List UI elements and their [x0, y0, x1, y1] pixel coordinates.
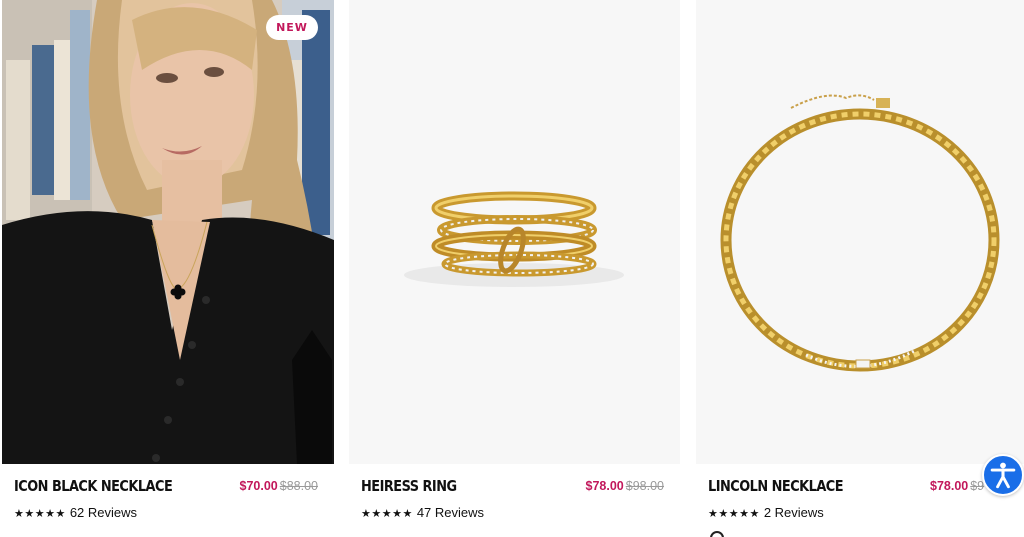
product-name[interactable]: Heiress Ring [361, 477, 457, 495]
rating-link[interactable]: ★★★★★ 62 Reviews [14, 505, 137, 520]
star-rating-icon: ★★★★★ [14, 508, 66, 520]
product-image-link[interactable]: NEW [2, 0, 334, 464]
star-rating-icon: ★★★★★ [361, 508, 413, 520]
reviews-count: 62 Reviews [69, 505, 138, 520]
new-badge: NEW [266, 15, 318, 40]
original-price: $98.00 [625, 479, 664, 493]
product-image-link[interactable] [696, 0, 1024, 464]
product-name[interactable]: Icon Black Necklace [14, 477, 173, 495]
original-price: $88.00 [279, 479, 318, 493]
price: $78.00 $98.00 [586, 479, 664, 493]
product-card: Heiress Ring $78.00 $98.00 ★★★★★ 47 Review… [349, 0, 680, 537]
reviews-count: 47 Reviews [416, 505, 485, 520]
accessibility-icon [990, 462, 1016, 489]
star-rating-icon: ★★★★★ [708, 508, 760, 520]
chain-necklace-photo [696, 0, 1024, 464]
product-image-link[interactable] [349, 0, 680, 464]
price: $70.00 $88.00 [240, 479, 318, 493]
reviews-count: 2 Reviews [763, 505, 824, 520]
model-photo [2, 0, 334, 464]
info-icon [710, 531, 724, 537]
sale-price: $78.00 [585, 479, 624, 493]
sale-price: $78.00 [930, 479, 969, 493]
rating-link[interactable]: ★★★★★ 47 Reviews [361, 505, 484, 520]
rating-link[interactable]: ★★★★★ 2 Reviews [708, 505, 824, 520]
product-grid: NEW Icon Black Necklace $70.00 $88.00 ★★★… [0, 0, 1024, 537]
product-card: Lincoln Necklace $78.00 $9 ★★★★★ 2 Reviews [696, 0, 1024, 537]
ring-photo [349, 0, 680, 464]
sale-price: $70.00 [239, 479, 278, 493]
price: $78.00 $9 [930, 479, 984, 493]
product-name[interactable]: Lincoln Necklace [708, 477, 844, 495]
accessibility-button[interactable] [982, 454, 1024, 496]
product-card: NEW Icon Black Necklace $70.00 $88.00 ★★★… [2, 0, 334, 537]
